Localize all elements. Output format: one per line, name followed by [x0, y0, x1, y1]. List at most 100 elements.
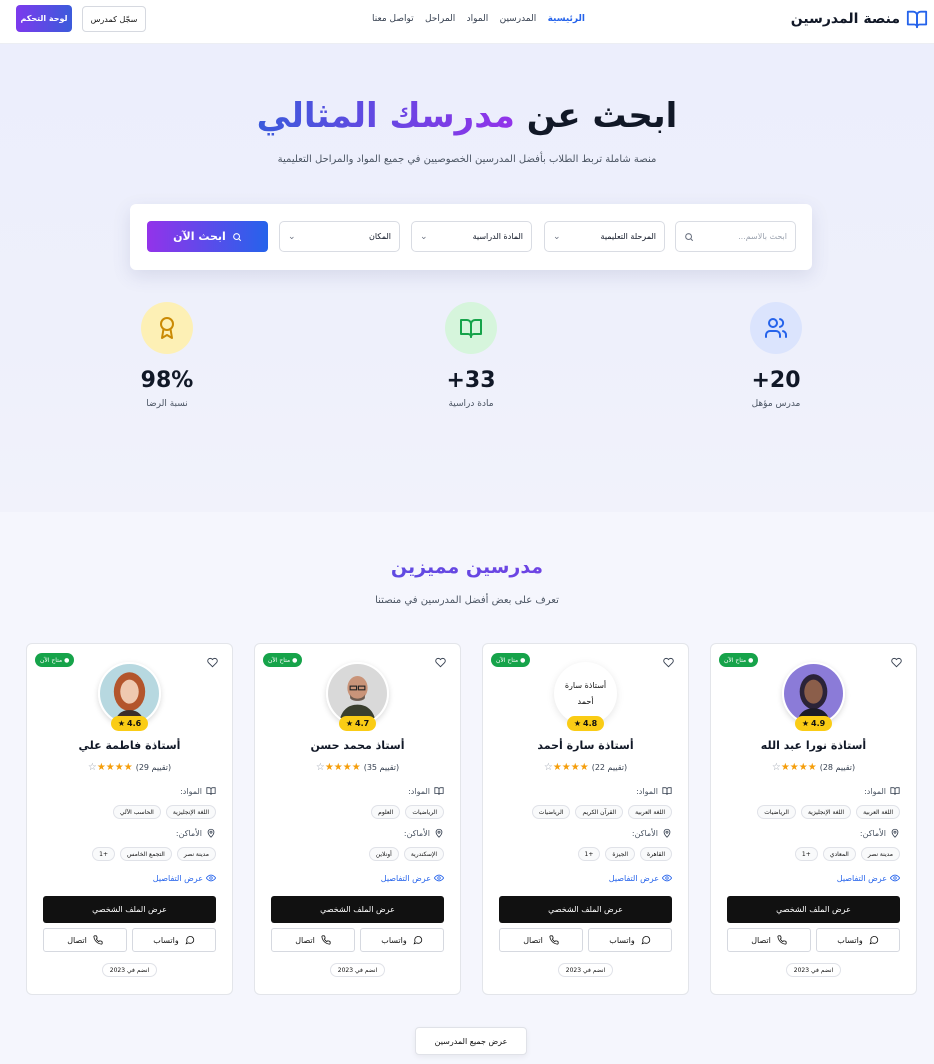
rating-badge: ★ 4.9 [795, 716, 832, 731]
view-profile-button[interactable]: عرض الملف الشخصي [727, 896, 900, 923]
subjects-tags: اللغة الإنجليزية الحاسب الآلي [37, 805, 216, 819]
dashboard-button[interactable]: لوحة التحكم [16, 5, 72, 32]
message-circle-icon [641, 936, 650, 945]
search-icon [685, 232, 694, 241]
subjects-tags: اللغة العربية اللغة الإنجليزية الرياضيات [721, 805, 900, 819]
location-tag: +1 [794, 847, 818, 861]
view-details-link[interactable]: عرض التفاصيل [837, 873, 900, 883]
view-profile-button[interactable]: عرض الملف الشخصي [43, 896, 216, 923]
dot-icon: ● [520, 656, 526, 664]
teacher-card: ● متاح الآن ★ 4.7 أستاذ محمد حسن ☆★★★★ (… [254, 643, 461, 995]
locations-label: الأماكن: [404, 828, 444, 838]
nav-link-home[interactable]: الرئيسية [548, 14, 585, 24]
location-tag: التجمع الخامس [120, 847, 172, 861]
call-button[interactable]: اتصال [43, 928, 127, 952]
search-panel: ابحث بالاسم... المرحلة التعليمية ⌄ الماد… [130, 204, 812, 270]
stars-icon: ☆★★★★ [315, 762, 361, 773]
search-now-button[interactable]: ابحث الآن [147, 221, 268, 252]
subject-tag: القرآن الكريم [575, 805, 624, 819]
location-tag: الجيزة [605, 847, 636, 861]
locations-tags: الإسكندرية أونلاين [265, 847, 444, 861]
whatsapp-button[interactable]: واتساب [360, 928, 444, 952]
view-all-teachers-button[interactable]: عرض جميع المدرسين [415, 1027, 527, 1055]
stat-teachers: +20 مدرس مؤهل [716, 302, 836, 409]
message-circle-icon [869, 936, 878, 945]
dot-icon: ● [64, 656, 70, 664]
stars-row: ☆★★★★ (28 تقييم) [711, 762, 916, 773]
location-select[interactable]: المكان ⌄ [279, 221, 400, 252]
view-details-link[interactable]: عرض التفاصيل [381, 873, 444, 883]
location-tag: +1 [577, 847, 601, 861]
phone-icon [549, 935, 559, 945]
stage-select[interactable]: المرحلة التعليمية ⌄ [544, 221, 665, 252]
featured-title: مدرسين مميزين [0, 556, 934, 578]
view-profile-button[interactable]: عرض الملف الشخصي [499, 896, 672, 923]
brand-name: منصة المدرسين [790, 11, 900, 27]
book-icon [662, 787, 672, 795]
location-tag: المعادي [822, 847, 856, 861]
subject-tag: الرياضيات [405, 805, 444, 819]
nav-link-subjects[interactable]: المواد [467, 14, 489, 24]
rating-badge: ★ 4.6 [111, 716, 148, 731]
message-circle-icon [413, 936, 422, 945]
search-icon [232, 232, 241, 241]
award-icon [141, 302, 193, 354]
nav-link-contact[interactable]: تواصل معنا [372, 14, 414, 24]
call-button[interactable]: اتصال [727, 928, 811, 952]
map-pin-icon [663, 828, 671, 838]
heart-icon[interactable] [207, 657, 218, 668]
stat-subjects: +33 مادة دراسية [411, 302, 531, 409]
whatsapp-button[interactable]: واتساب [132, 928, 216, 952]
call-button[interactable]: اتصال [271, 928, 355, 952]
dot-icon: ● [748, 656, 754, 664]
subjects-label: المواد: [180, 786, 216, 796]
brand-logo[interactable]: منصة المدرسين [791, 7, 928, 31]
stat-satisfaction: 98% نسبة الرضا [107, 302, 227, 409]
subject-tag: اللغة العربية [856, 805, 900, 819]
book-open-icon [906, 10, 928, 29]
locations-label: الأماكن: [632, 828, 672, 838]
location-tag: +1 [92, 847, 116, 861]
chevron-down-icon: ⌄ [553, 231, 561, 242]
call-button[interactable]: اتصال [499, 928, 583, 952]
nav-links: الرئيسية المدرسين المواد المراحل تواصل م… [372, 12, 585, 26]
star-icon: ★ [801, 719, 809, 728]
book-icon [434, 787, 444, 795]
nav-link-stages[interactable]: المراحل [425, 14, 455, 24]
stars-icon: ☆★★★★ [771, 762, 817, 773]
available-badge: ● متاح الآن [719, 653, 759, 667]
locations-tags: مدينة نصر المعادي +1 [721, 847, 900, 861]
location-tag: أونلاين [368, 847, 399, 861]
users-icon [750, 302, 802, 354]
heart-icon[interactable] [663, 657, 674, 668]
heart-icon[interactable] [435, 657, 446, 668]
location-tag: الإسكندرية [403, 847, 444, 861]
phone-icon [93, 935, 103, 945]
location-tag: مدينة نصر [860, 847, 900, 861]
view-details-link[interactable]: عرض التفاصيل [609, 873, 672, 883]
top-navbar: منصة المدرسين الرئيسية المدرسين المواد ا… [0, 0, 934, 44]
reviews-count: (28 تقييم) [819, 763, 856, 772]
eye-icon [434, 874, 444, 882]
chevron-down-icon: ⌄ [420, 231, 428, 242]
locations-tags: مدينة نصر التجمع الخامس +1 [37, 847, 216, 861]
whatsapp-button[interactable]: واتساب [816, 928, 900, 952]
subject-select[interactable]: المادة الدراسية ⌄ [411, 221, 532, 252]
heart-icon[interactable] [891, 657, 902, 668]
star-icon: ★ [573, 719, 581, 728]
joined-badge: انضم في 2023 [483, 963, 688, 977]
register-teacher-button[interactable]: سجّل كمدرس [82, 6, 146, 32]
eye-icon [662, 874, 672, 882]
subjects-label: المواد: [408, 786, 444, 796]
view-profile-button[interactable]: عرض الملف الشخصي [271, 896, 444, 923]
search-input[interactable]: ابحث بالاسم... [675, 221, 796, 252]
teacher-card: ● متاح الآن ★ 4.6 أستاذة فاطمة علي ☆★★★★… [26, 643, 233, 995]
location-tag: القاهرة [640, 847, 672, 861]
view-details-link[interactable]: عرض التفاصيل [153, 873, 216, 883]
nav-link-teachers[interactable]: المدرسين [500, 14, 537, 24]
stars-row: ☆★★★★ (35 تقييم) [255, 762, 460, 773]
book-icon [206, 787, 216, 795]
joined-badge: انضم في 2023 [27, 963, 232, 977]
whatsapp-button[interactable]: واتساب [588, 928, 672, 952]
book-icon [445, 302, 497, 354]
